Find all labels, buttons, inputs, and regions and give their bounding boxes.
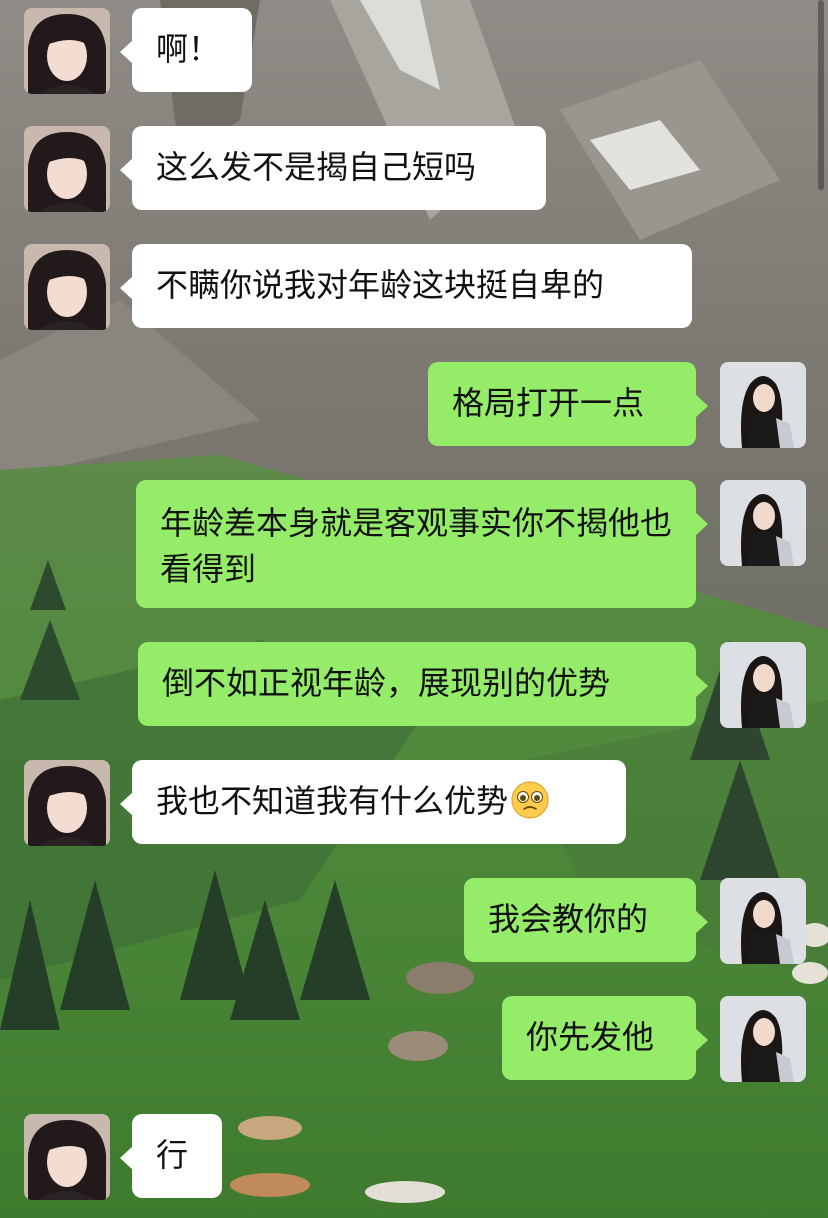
- scrollbar-thumb[interactable]: [818, 0, 824, 190]
- outgoing-message-bubble[interactable]: 你先发他: [502, 996, 708, 1080]
- my-avatar-image: [720, 362, 806, 448]
- incoming-message-bubble[interactable]: 啊！: [120, 8, 252, 92]
- my-avatar[interactable]: [720, 480, 806, 566]
- incoming-message-bubble[interactable]: 我也不知道我有什么优势: [120, 760, 626, 844]
- contact-avatar[interactable]: [24, 126, 110, 212]
- incoming-message-bubble[interactable]: 这么发不是揭自己短吗: [120, 126, 546, 210]
- contact-avatar-image: [24, 1114, 110, 1200]
- contact-avatar[interactable]: [24, 8, 110, 94]
- outgoing-message-bubble[interactable]: 年龄差本身就是客观事实你不揭他也看得到: [136, 480, 708, 608]
- contact-avatar-image: [24, 126, 110, 212]
- contact-avatar[interactable]: [24, 244, 110, 330]
- contact-avatar[interactable]: [24, 760, 110, 846]
- outgoing-message-bubble[interactable]: 倒不如正视年龄，展现别的优势: [138, 642, 708, 726]
- my-avatar[interactable]: [720, 642, 806, 728]
- contact-avatar-image: [24, 244, 110, 330]
- pleading-face-emoji: [511, 781, 549, 819]
- contact-avatar[interactable]: [24, 1114, 110, 1200]
- outgoing-message-bubble[interactable]: 格局打开一点: [428, 362, 708, 446]
- my-avatar-image: [720, 642, 806, 728]
- contact-avatar-image: [24, 760, 110, 846]
- my-avatar-image: [720, 480, 806, 566]
- my-avatar[interactable]: [720, 878, 806, 964]
- my-avatar[interactable]: [720, 362, 806, 448]
- incoming-message-bubble[interactable]: 行: [120, 1114, 222, 1198]
- message-text: 我也不知道我有什么优势: [156, 782, 509, 820]
- outgoing-message-bubble[interactable]: 我会教你的: [464, 878, 708, 962]
- contact-avatar-image: [24, 8, 110, 94]
- my-avatar-image: [720, 878, 806, 964]
- my-avatar-image: [720, 996, 806, 1082]
- my-avatar[interactable]: [720, 996, 806, 1082]
- incoming-message-bubble[interactable]: 不瞒你说我对年龄这块挺自卑的: [120, 244, 692, 328]
